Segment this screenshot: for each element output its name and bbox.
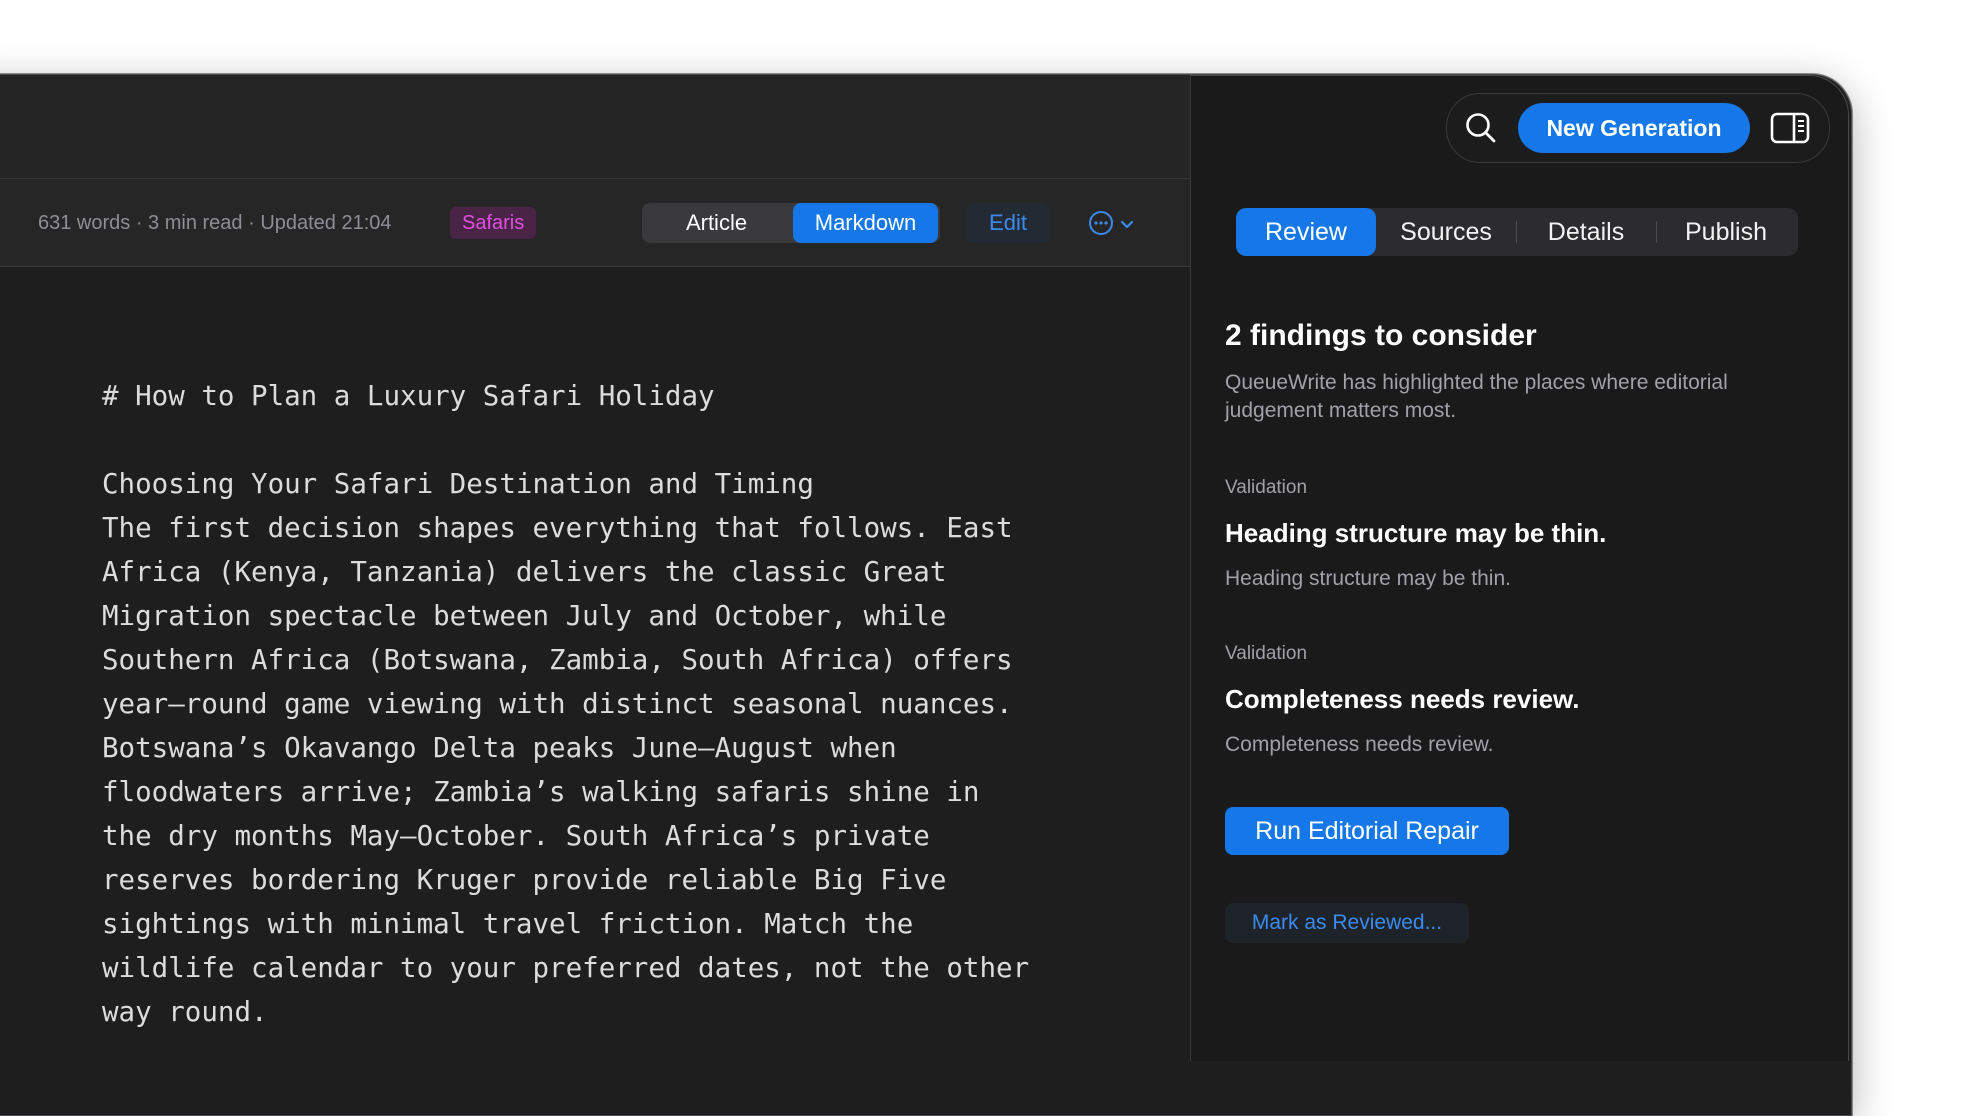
editor-line: floodwaters arrive; Zambia’s walking saf…	[102, 776, 980, 808]
finding-title: Completeness needs review.	[1225, 684, 1580, 714]
editor-line: Migration spectacle between July and Oct…	[102, 600, 947, 632]
tab-sources[interactable]: Sources	[1376, 208, 1516, 256]
new-generation-button[interactable]: New Generation	[1518, 103, 1750, 153]
view-markdown-button[interactable]: Markdown	[793, 203, 938, 243]
findings-title: 2 findings to consider	[1225, 319, 1537, 352]
edit-button[interactable]: Edit	[966, 203, 1050, 243]
finding-label: Validation	[1225, 477, 1308, 498]
sidebar-toggle-icon[interactable]	[1770, 112, 1810, 149]
editor-line: Botswana’s Okavango Delta peaks June–Aug…	[102, 732, 897, 764]
editor-line: wildlife calendar to your preferred date…	[102, 952, 1030, 984]
run-editorial-repair-button[interactable]: Run Editorial Repair	[1225, 807, 1509, 855]
finding-body: Heading structure may be thin.	[1225, 567, 1511, 590]
editor-line: way round.	[102, 996, 268, 1028]
findings-description: QueueWrite has highlighted the places wh…	[1225, 371, 1728, 422]
finding-title: Heading structure may be thin.	[1225, 518, 1607, 548]
editor-titlebar	[0, 75, 1190, 179]
editor-line: Choosing Your Safari Destination and Tim…	[102, 468, 814, 500]
markdown-heading: # How to Plan a Luxury Safari Holiday	[102, 380, 715, 412]
finding-body: Completeness needs review.	[1225, 733, 1494, 756]
view-article-button[interactable]: Article	[642, 203, 791, 243]
chevron-down-icon	[1120, 217, 1134, 235]
editor-line: sightings with minimal travel friction. …	[102, 908, 914, 940]
search-icon[interactable]	[1464, 111, 1498, 150]
document-meta: 631 words · 3 min read · Updated 21:04	[38, 212, 392, 234]
more-menu-button[interactable]	[1088, 210, 1134, 241]
inspector-tabs: Review Sources Details Publish	[1236, 208, 1798, 256]
editor-line: year–round game viewing with distinct se…	[102, 688, 1013, 720]
tab-publish[interactable]: Publish	[1656, 208, 1796, 256]
editor-line: reserves bordering Kruger provide reliab…	[102, 864, 947, 896]
editor-line: Southern Africa (Botswana, Zambia, South…	[102, 644, 1013, 676]
finding-label: Validation	[1225, 643, 1308, 664]
tab-details[interactable]: Details	[1516, 208, 1656, 256]
tab-review[interactable]: Review	[1236, 208, 1376, 256]
editor-line: the dry months May–October. South Africa…	[102, 820, 930, 852]
editor-line: The first decision shapes everything tha…	[102, 512, 1013, 544]
editor-line: Africa (Kenya, Tanzania) delivers the cl…	[102, 556, 947, 588]
markdown-editor[interactable]: # How to Plan a Luxury Safari Holiday Ch…	[102, 374, 1162, 1034]
category-tag[interactable]: Safaris	[450, 207, 537, 239]
ellipsis-circle-icon	[1088, 210, 1114, 241]
mark-as-reviewed-button[interactable]: Mark as Reviewed...	[1225, 903, 1469, 943]
view-mode-toggle: Article Markdown	[642, 203, 940, 243]
